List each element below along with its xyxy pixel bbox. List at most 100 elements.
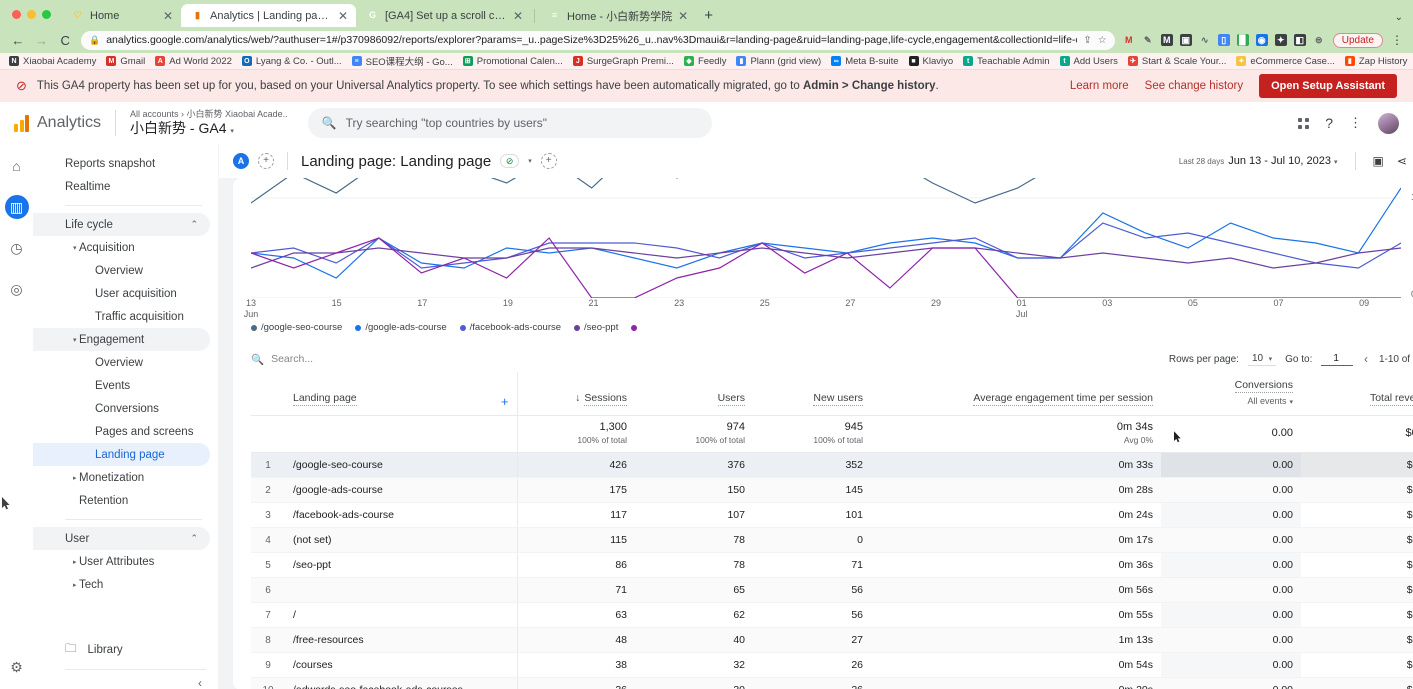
bookmark-item[interactable]: AAd World 2022 [155, 56, 232, 67]
property-selector[interactable]: All accounts › 小白新势 Xiaobai Acade.. 小白新势… [130, 109, 288, 137]
banner-text-bold[interactable]: Admin > Change history [803, 80, 936, 92]
forward-button[interactable]: → [34, 33, 50, 48]
legend-item[interactable]: /seo-ppt [574, 322, 618, 333]
cell-dim[interactable]: /facebook-ads-course [285, 503, 517, 528]
sidebar-item-overview[interactable]: Overview [33, 351, 210, 374]
chevron-down-icon[interactable]: ▾ [528, 157, 532, 165]
kebab-menu-icon[interactable]: ⋮ [1349, 115, 1362, 131]
scribble-extension[interactable]: ∿ [1199, 34, 1211, 46]
legend-item[interactable]: /google-seo-course [251, 322, 342, 333]
minimize-window-button[interactable] [27, 10, 36, 19]
reports-icon[interactable]: ▥ [5, 195, 29, 219]
share-icon[interactable]: ⇪ [1083, 35, 1091, 46]
sidebar-item-user[interactable]: User⌃ [33, 527, 210, 550]
see-change-history-link[interactable]: See change history [1145, 80, 1243, 92]
table-row[interactable]: 5/seo-ppt8678710m 36s0.00$0.00 [251, 553, 1413, 578]
new-tab-button[interactable]: + [696, 7, 721, 27]
sidebar-item-traffic-acquisition[interactable]: Traffic acquisition [33, 305, 210, 328]
bookmark-item[interactable]: tAdd Users [1060, 56, 1118, 67]
all-users-badge[interactable]: A [233, 153, 249, 169]
table-row[interactable]: 4(not set)1157800m 17s0.00$0.00 [251, 528, 1413, 553]
browser-tab[interactable]: ♡Home✕ [61, 4, 181, 27]
bookmark-item[interactable]: NXiaobai Academy [9, 56, 96, 67]
bookmark-item[interactable]: tTeachable Admin [963, 56, 1049, 67]
table-row[interactable]: 2/google-ads-course1751501450m 28s0.00$0… [251, 478, 1413, 503]
add-comparison-icon[interactable]: + [258, 153, 274, 169]
table-row[interactable]: 8/free-resources4840271m 13s0.00$0.00 [251, 628, 1413, 653]
cell-dim[interactable]: /seo-ppt [285, 553, 517, 578]
cell-dim[interactable]: /adwords-seo-facebook-ads-courses [285, 678, 517, 689]
expand-caret-icon[interactable]: ▸ [73, 581, 77, 589]
add-dimension-icon[interactable]: + [501, 394, 509, 409]
sidebar-item-user-attributes[interactable]: ▸User Attributes [33, 550, 210, 573]
cell-dim[interactable] [285, 578, 517, 603]
globe-extension[interactable]: ◉ [1256, 34, 1268, 46]
sort-desc-icon[interactable]: ↓ [575, 392, 580, 404]
analytics-logo[interactable]: Analytics [14, 114, 101, 132]
learn-more-link[interactable]: Learn more [1070, 80, 1129, 92]
collapse-sidebar-button[interactable]: ‹ [33, 670, 218, 689]
sidebar-item-library[interactable]: 🗀 Library [33, 637, 218, 663]
legend-item[interactable]: /google-ads-course [355, 322, 446, 333]
m-extension[interactable]: M [1123, 34, 1135, 46]
explore-icon[interactable]: ◷ [5, 236, 29, 260]
table-row[interactable]: 10/adwords-seo-facebook-ads-courses36302… [251, 678, 1413, 689]
sidebar-item-pages-and-screens[interactable]: Pages and screens [33, 420, 210, 443]
browser-tab[interactable]: ▮Analytics | Landing page: Land✕ [181, 4, 356, 27]
prev-page-button[interactable]: ‹ [1362, 352, 1370, 366]
expand-caret-icon[interactable]: ▸ [73, 474, 77, 482]
table-header-dim[interactable]: Landing page+ [285, 372, 517, 416]
address-bar[interactable]: 🔒 analytics.google.com/analytics/web/?au… [81, 31, 1115, 50]
star-icon[interactable]: ☆ [1098, 35, 1107, 46]
bookmark-item[interactable]: ▮Zap History [1345, 56, 1408, 67]
rows-per-page-select[interactable]: 10 ▾ [1248, 353, 1276, 366]
gear-icon[interactable]: ⚙ [10, 659, 23, 676]
bookmark-item[interactable]: OLyang & Co. - Outl... [242, 56, 342, 67]
bookmark-item[interactable]: ⊞Promotional Calen... [463, 56, 563, 67]
pin-extension[interactable]: ✦ [1275, 34, 1287, 46]
bookmark-item[interactable]: JSurgeGraph Premi... [573, 56, 674, 67]
blue-extension[interactable]: ▯ [1218, 34, 1230, 46]
bookmark-item[interactable]: ✦eCommerce Case... [1236, 56, 1334, 67]
bookmark-item[interactable]: ≡SEO课程大纲 - Go... [352, 54, 453, 68]
table-header-sessions[interactable]: ↓Sessions [517, 372, 635, 416]
cell-dim[interactable]: /google-ads-course [285, 478, 517, 503]
cell-dim[interactable]: (not set) [285, 528, 517, 553]
sidebar-item-conversions[interactable]: Conversions [33, 397, 210, 420]
cell-dim[interactable]: /google-seo-course [285, 453, 517, 478]
sidebar-item-monetization[interactable]: ▸Monetization [33, 466, 210, 489]
table-row[interactable]: 67165560m 56s0.00$0.00 [251, 578, 1413, 603]
share-icon[interactable]: ⋖ [1397, 154, 1407, 168]
check-circle-icon[interactable]: ⊘ [500, 154, 519, 168]
table-header-users[interactable]: Users [635, 372, 753, 416]
window-traffic-lights[interactable] [8, 10, 61, 27]
sidebar-item-landing-page[interactable]: Landing page [33, 443, 210, 466]
table-row[interactable]: 3/facebook-ads-course1171071010m 24s0.00… [251, 503, 1413, 528]
bookmark-item[interactable]: ▮Plann (grid view) [736, 56, 821, 67]
tab-search-chevron-icon[interactable]: ⌄ [1395, 12, 1403, 23]
table-row[interactable]: 7/6362560m 55s0.00$0.00 [251, 603, 1413, 628]
expand-caret-icon[interactable]: ▾ [73, 336, 77, 344]
close-tab-button[interactable]: ✕ [338, 10, 348, 22]
green-extension[interactable]: ▉ [1237, 34, 1249, 46]
bookmark-item[interactable]: ◆Feedly [684, 56, 727, 67]
expand-caret-icon[interactable]: ▾ [73, 244, 77, 252]
sidebar-item-engagement[interactable]: ▾Engagement [33, 328, 210, 351]
table-header-conversions[interactable]: ConversionsAll events▾ [1161, 372, 1301, 416]
table-search-input[interactable]: 🔍 Search... [251, 353, 313, 366]
home-icon[interactable]: ⌂ [5, 154, 29, 178]
user-avatar[interactable] [1378, 113, 1399, 134]
compare-icon[interactable]: ▣ [1373, 154, 1384, 168]
cell-dim[interactable]: /free-resources [285, 628, 517, 653]
column-sublabel[interactable]: All events▾ [1169, 396, 1293, 406]
open-setup-assistant-button[interactable]: Open Setup Assistant [1259, 74, 1397, 98]
sidebar-item-tech[interactable]: ▸Tech [33, 573, 210, 596]
table-row[interactable]: 1/google-seo-course4263763520m 33s0.00$0… [251, 453, 1413, 478]
sidebar-item-acquisition[interactable]: ▾Acquisition [33, 236, 210, 259]
table-row[interactable]: 9/courses3832260m 54s0.00$0.00 [251, 653, 1413, 678]
table-header-new_users[interactable]: New users [753, 372, 871, 416]
browser-menu-button[interactable]: ⋮ [1391, 33, 1403, 47]
date-range-selector[interactable]: Last 28 daysJun 13 - Jul 10, 2023 ▾ [1179, 155, 1338, 167]
legend-item[interactable] [631, 325, 641, 331]
sidepanel-extension[interactable]: ◧ [1294, 34, 1306, 46]
